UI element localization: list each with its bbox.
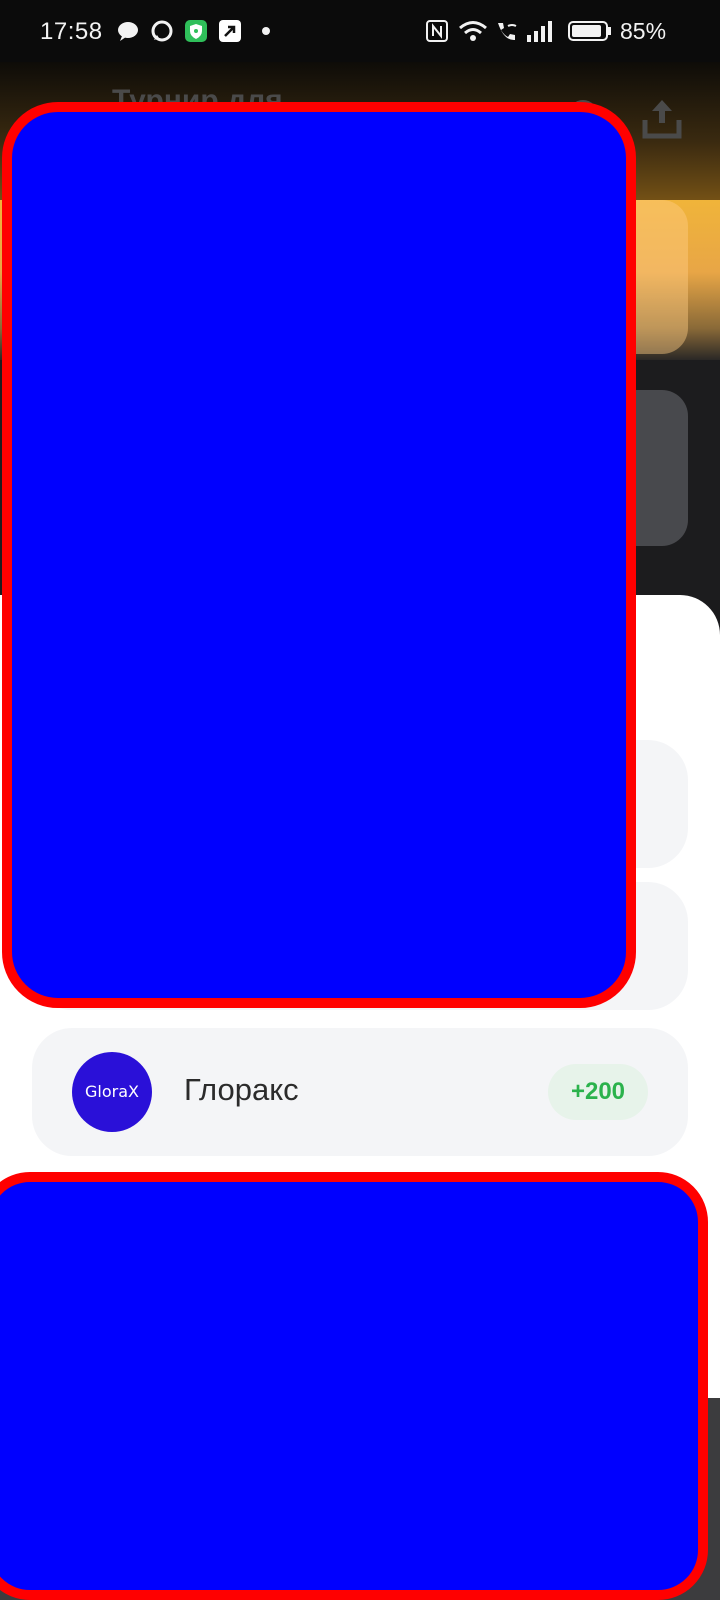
points-badge: +200 [548,1064,648,1120]
status-bar: 17:58 85% [0,0,720,62]
signal-icon [527,21,552,42]
battery-icon [568,21,611,41]
message-icon [151,20,173,42]
arrow-app-icon [219,20,241,42]
battery-percent: 85% [620,18,667,44]
redacted-region [2,102,636,1008]
share-icon[interactable] [640,96,684,140]
redacted-region [0,1172,708,1600]
dot-icon [262,27,270,35]
wifi-icon [459,21,487,41]
shield-icon [185,20,207,42]
clock: 17:58 [40,18,103,45]
company-name: Глоракс [184,1072,299,1107]
wifi-call-icon [498,23,517,41]
company-logo: GloraX [72,1052,152,1132]
nfc-icon [426,20,448,42]
list-item[interactable]: GloraX Глоракс +200 [32,1028,688,1156]
chat-bubble-icon [118,22,138,41]
